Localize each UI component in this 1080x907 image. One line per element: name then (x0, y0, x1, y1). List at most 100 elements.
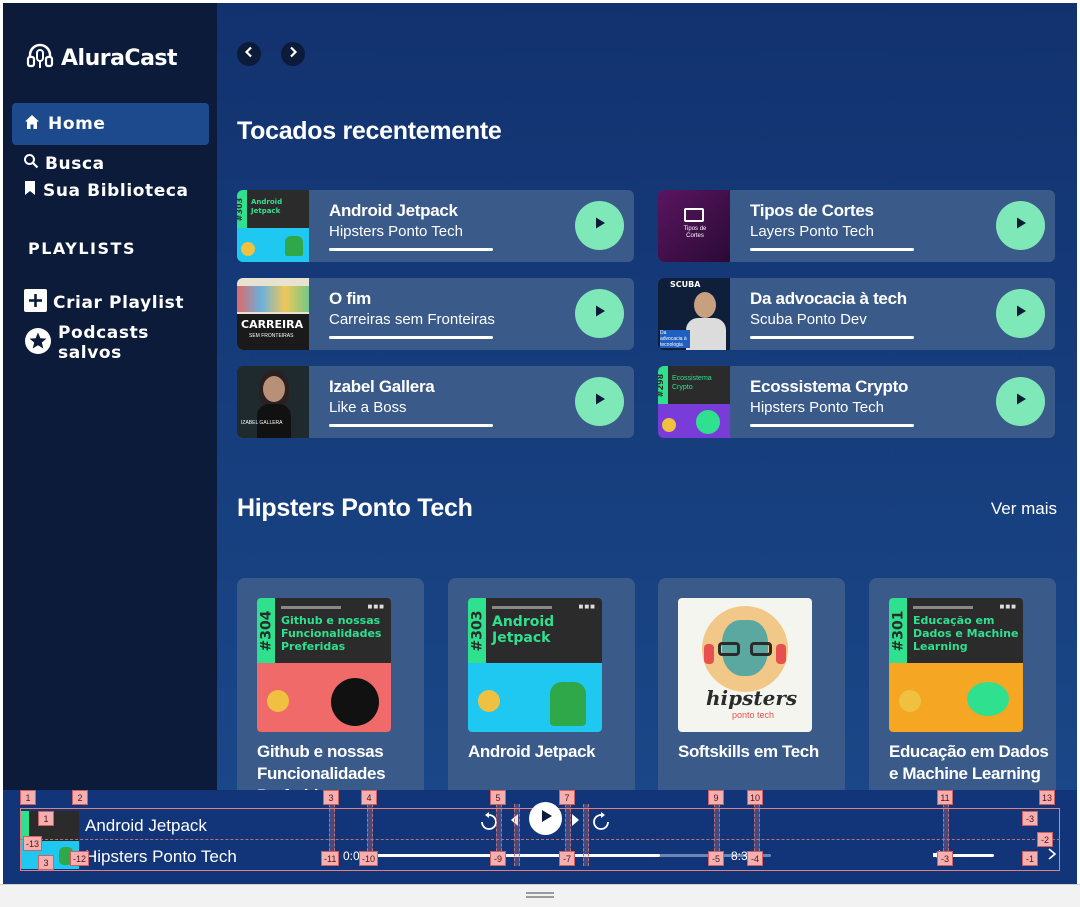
episode-title: O fim (329, 289, 371, 308)
player-episode-title: Android Jetpack (85, 816, 207, 835)
overlay-guide (583, 804, 589, 866)
sidebar-item-home-label: Home (48, 114, 106, 134)
saved-podcasts-button[interactable]: Podcasts salvos (24, 323, 217, 363)
play-icon (593, 216, 607, 235)
cover-title: Github e nossas Funcionalidades Preferid… (281, 614, 382, 653)
brand-name: AluraCast (61, 46, 178, 71)
play-icon (539, 809, 553, 828)
podcast-card[interactable]: hipsters ponto tech Softskills em Tech (658, 578, 845, 798)
play-button[interactable] (575, 289, 624, 338)
episode-progress (329, 424, 493, 427)
headphones-icon (25, 41, 55, 76)
forward-button[interactable] (281, 42, 305, 66)
next-icon[interactable] (569, 812, 583, 833)
overlay-marker: 13 (1039, 790, 1056, 805)
episode-podcast: Layers Ponto Tech (750, 223, 874, 240)
overlay-marker: -2 (1037, 832, 1053, 847)
create-playlist-label: Criar Playlist (53, 293, 185, 313)
recent-card[interactable]: CARREIRA SEM FRONTEIRAS O fim Carreiras … (237, 278, 634, 350)
thumb-number: #303 (237, 197, 245, 222)
episode-podcast: Hipsters Ponto Tech (329, 223, 463, 240)
brain-icon (967, 682, 1009, 716)
podcast-card[interactable]: #304 ■■■ Github e nossas Funcionalidades… (237, 578, 424, 798)
episode-thumbnail: #303 Android Jetpack (237, 190, 309, 262)
recent-card[interactable]: IZABEL GALLERA Izabel Gallera Like a Bos… (237, 366, 634, 438)
podcast-card[interactable]: #301 ■■■ Educação em Dados e Machine Lea… (869, 578, 1056, 798)
overlay-marker: -3 (937, 851, 953, 866)
podcast-title: Android Jetpack (468, 742, 596, 761)
sidebar-item-home[interactable]: Home (12, 103, 209, 145)
sidebar-item-search[interactable]: Busca (23, 153, 105, 174)
episode-podcast: Like a Boss (329, 399, 407, 416)
cover-number: #304 (258, 610, 274, 651)
player-podcast-name: Hipsters Ponto Tech (85, 847, 237, 866)
recent-card[interactable]: #298 Ecossistema Crypto Ecossistema Cryp… (658, 366, 1055, 438)
episode-progress (750, 248, 914, 251)
overlay-guide (20, 839, 1060, 840)
thumb-text: Android Jetpack (251, 198, 283, 215)
overlay-marker: -5 (708, 851, 724, 866)
episode-title: Ecossistema Crypto (750, 377, 909, 396)
podcast-title: Educação em Dados e Machine Learning (889, 742, 1049, 783)
overlay-marker: -10 (359, 851, 379, 866)
podcast-card[interactable]: #303 ■■■ Android Jetpack Android Jetpack (448, 578, 635, 798)
thumb-text: Ecossistema Crypto (672, 375, 712, 391)
episode-title: Da advocacia à tech (750, 289, 907, 308)
play-icon (1014, 304, 1028, 323)
total-time: 8:3 (731, 849, 748, 863)
app-window: AluraCast Home Busca Sua Biblioteca PLAY… (3, 3, 1077, 884)
overlay-marker: 2 (72, 790, 88, 805)
play-button[interactable] (575, 201, 624, 250)
forward-icon[interactable] (591, 812, 611, 837)
episode-thumbnail: CARREIRA SEM FRONTEIRAS (237, 278, 309, 350)
android-icon (550, 682, 586, 726)
podcast-cover: hipsters ponto tech (678, 598, 812, 732)
play-button[interactable] (575, 377, 624, 426)
play-button[interactable] (996, 377, 1045, 426)
play-icon (593, 304, 607, 323)
episode-thumbnail: SCUBA Da advocacia à tecnologia (658, 278, 730, 350)
chevron-left-icon (243, 45, 255, 63)
player-play-button[interactable] (529, 802, 562, 835)
create-playlist-button[interactable]: Criar Playlist (24, 289, 184, 317)
cover-title: Android Jetpack (492, 614, 555, 646)
overlay-marker: 4 (361, 790, 377, 805)
overlay-guide (514, 804, 520, 866)
episode-progress (329, 248, 493, 251)
recent-card[interactable]: SCUBA Da advocacia à tecnologia Da advoc… (658, 278, 1055, 350)
podcast-cover: #301 ■■■ Educação em Dados e Machine Lea… (889, 598, 1023, 732)
thumb-text: Da advocacia à tecnologia (660, 330, 690, 348)
sidebar-item-library[interactable]: Sua Biblioteca (23, 180, 189, 201)
back-button[interactable] (237, 42, 261, 66)
star-icon (24, 327, 52, 360)
window-resize-strip (0, 884, 1080, 907)
resize-handle[interactable] (526, 892, 554, 898)
overlay-marker: -7 (559, 851, 575, 866)
overlay-marker: -11 (321, 851, 340, 866)
overlay-marker: 7 (559, 790, 575, 805)
episode-thumbnail: #298 Ecossistema Crypto (658, 366, 730, 438)
saved-podcasts-label: Podcasts salvos (58, 323, 150, 363)
overlay-marker: -12 (70, 851, 90, 866)
overlay-marker: -1 (1022, 851, 1038, 866)
podcast-section-title: Hipsters Ponto Tech (237, 494, 473, 522)
recent-card[interactable]: Tipos de Cortes Tipos de Cortes Layers P… (658, 190, 1055, 262)
thumb-text: SCUBA (670, 280, 701, 289)
expand-icon[interactable] (1046, 847, 1058, 866)
play-button[interactable] (996, 289, 1045, 338)
overlay-marker: 3 (38, 855, 54, 870)
recent-card[interactable]: #303 Android Jetpack Android Jetpack Hip… (237, 190, 634, 262)
current-time: 0:0 (343, 849, 360, 863)
sidebar: AluraCast Home Busca Sua Biblioteca PLAY… (3, 3, 217, 793)
overlay-marker: 5 (490, 790, 506, 805)
episode-podcast: Scuba Ponto Dev (750, 311, 867, 328)
brand-logo[interactable]: AluraCast (25, 41, 178, 76)
play-icon (1014, 216, 1028, 235)
episode-title: Tipos de Cortes (750, 201, 874, 220)
play-button[interactable] (996, 201, 1045, 250)
overlay-marker: 10 (747, 790, 764, 805)
thumb-text: SEM FRONTEIRAS (249, 333, 294, 339)
see-more-link[interactable]: Ver mais (991, 499, 1057, 519)
play-icon (1014, 392, 1028, 411)
overlay-marker: -3 (1022, 811, 1038, 826)
